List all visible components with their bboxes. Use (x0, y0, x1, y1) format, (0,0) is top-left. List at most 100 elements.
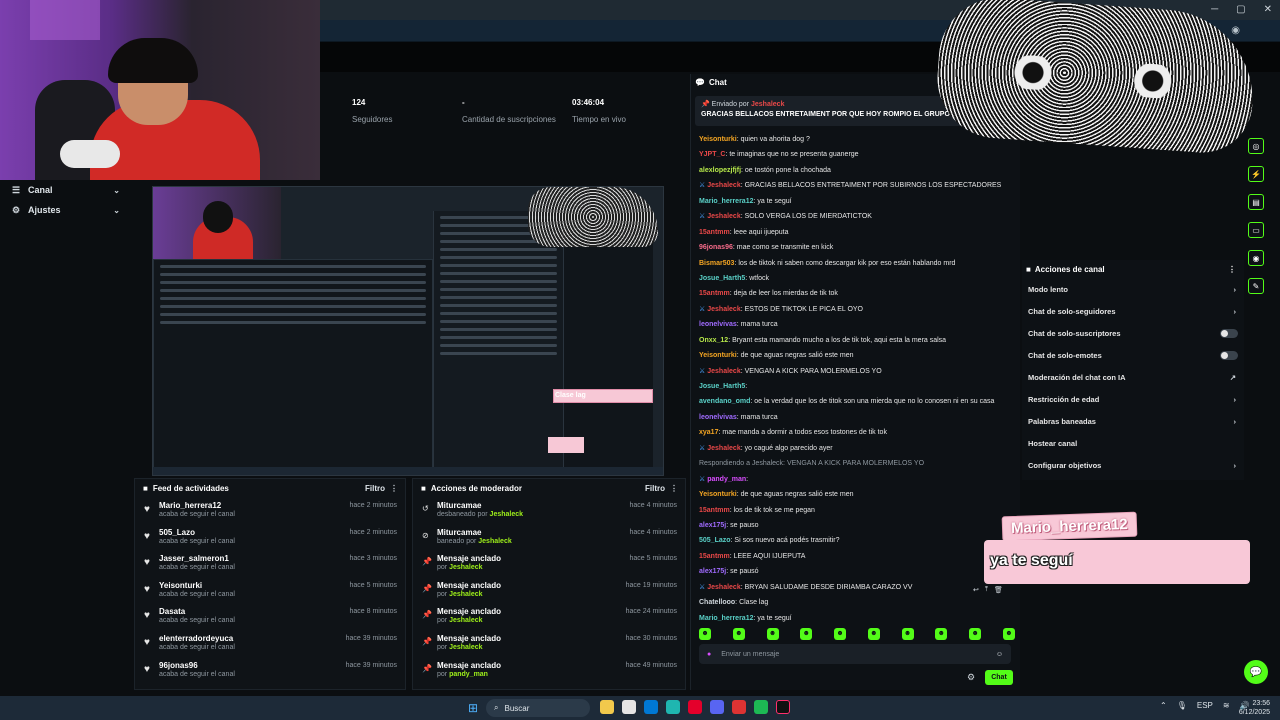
feed-item[interactable]: ♥ 505_Lazo acaba de seguir el canal hace 2 … (135, 524, 405, 551)
delete-icon[interactable]: 🗑 (994, 586, 1003, 594)
chat-username[interactable]: 505_Lazo (699, 537, 731, 544)
channel-action-row[interactable]: Palabras baneadas › (1022, 410, 1244, 432)
mod-action-moderator[interactable]: Jeshaleck (478, 538, 511, 545)
emote-icon[interactable]: ☻ (699, 628, 711, 640)
filter-button[interactable]: Filtro (645, 484, 665, 493)
chat-message[interactable]: Respondiendo a Jeshaleck: VENGAN A KICK … (699, 456, 1017, 471)
mic-icon[interactable]: 🎙 (1177, 701, 1187, 710)
tool-lightning-icon[interactable]: ⚡ (1248, 166, 1264, 182)
discord-icon[interactable] (710, 700, 724, 714)
close-icon[interactable]: ✕ (1264, 4, 1272, 15)
chat-username[interactable]: Mario_herrera12 (699, 198, 753, 205)
tool-chat-icon[interactable]: ▭ (1248, 222, 1264, 238)
pinned-author[interactable]: Jeshaleck (751, 101, 784, 108)
tool-doc-icon[interactable]: ▤ (1248, 194, 1264, 210)
language-indicator[interactable]: ESP (1197, 701, 1213, 710)
chat-message[interactable]: 505_Lazo: Si sos nuevo acá podés trasmit… (699, 533, 1017, 548)
chat-username[interactable]: Onxx_12 (699, 337, 728, 344)
nav-item-canal[interactable]: ☰ Canal ⌄ (0, 180, 130, 200)
chat-message[interactable]: leonelvivas: mama turca (699, 317, 1017, 332)
chat-username[interactable]: Josue_Harth5 (699, 383, 745, 390)
chat-username[interactable]: leonelvivas (699, 321, 737, 328)
chat-username[interactable]: alex175j (699, 522, 726, 529)
feed-item[interactable]: ♥ Mario_herrera12 acaba de seguir el canal… (135, 497, 405, 524)
channel-action-row[interactable]: Restricción de edad › (1022, 388, 1244, 410)
channel-action-row[interactable]: Hostear canal (1022, 432, 1244, 454)
feed-item[interactable]: ♥ Yeisonturki acaba de seguir el canal hace… (135, 577, 405, 604)
reply-icon[interactable]: ↩ (973, 586, 979, 594)
chat-username[interactable]: pandy_man (707, 476, 746, 483)
chat-username[interactable]: Yeisonturki (699, 352, 737, 359)
emote-icon[interactable]: ☻ (766, 628, 779, 640)
channel-action-row[interactable]: Modo lento › (1022, 278, 1244, 300)
chat-username[interactable]: Jeshaleck (707, 213, 740, 220)
pin-icon[interactable]: ⤒ (985, 586, 988, 594)
channel-action-row[interactable]: Moderación del chat con IA ↗ (1022, 366, 1244, 388)
support-chat-button[interactable]: 💬 (1244, 660, 1268, 684)
chat-message[interactable]: 96jonas96: mae como se transmite en kick (699, 240, 1017, 255)
emote-icon[interactable]: ☻ (935, 628, 948, 640)
mod-action-moderator[interactable]: Jeshaleck (449, 644, 482, 651)
chat-message[interactable]: 15antmm: LEEE AQUI IJUEPUTA (699, 549, 1017, 564)
more-icon[interactable]: ⋮ (390, 484, 398, 493)
more-icon[interactable]: ⋮ (1228, 265, 1236, 274)
chat-message[interactable]: Chatellooo: Clase lag (699, 595, 1017, 610)
taskbar-search[interactable]: ⌕ Buscar (486, 699, 590, 717)
chat-message[interactable]: 15antmm: deja de leer los mierdas de tik… (699, 286, 1017, 301)
emoji-icon[interactable]: ☺ (996, 651, 1003, 658)
chat-username[interactable]: Yeisonturki (699, 491, 737, 498)
chat-message[interactable]: ⚔ Jeshaleck: yo cagué algo parecido ayer (699, 441, 1017, 456)
toggle-switch[interactable] (1220, 350, 1238, 360)
chat-settings-icon[interactable]: ⚙ (967, 672, 975, 683)
mod-action-moderator[interactable]: Jeshaleck (449, 591, 482, 598)
stream-preview[interactable]: Clase lag (152, 186, 664, 476)
channel-action-row[interactable]: Configurar objetivos › (1022, 454, 1244, 476)
chat-username[interactable]: Jeshaleck (707, 306, 740, 313)
mod-action-moderator[interactable]: Jeshaleck (490, 511, 523, 518)
nav-item-ajustes[interactable]: ⚙ Ajustes ⌄ (0, 200, 130, 220)
chat-message[interactable]: Onxx_12: Bryant esta mamando mucho a los… (699, 333, 1017, 348)
chat-message[interactable]: xya17: mae manda a dormir a todos esos t… (699, 425, 1017, 440)
wifi-icon[interactable]: ≋ (1223, 701, 1230, 710)
chat-message[interactable]: alex175j: se pauso (699, 518, 1017, 533)
emote-icon[interactable]: ☻ (1002, 628, 1015, 640)
filter-button[interactable]: Filtro (365, 484, 385, 493)
chevron-up-icon[interactable]: ⌃ (1160, 701, 1167, 710)
chat-message[interactable]: Josue_Harth5: (699, 379, 1017, 394)
chat-username[interactable]: 15antmm (699, 290, 730, 297)
chat-username[interactable]: Josue_Harth5 (699, 275, 745, 282)
chat-message[interactable]: ⚔ Jeshaleck: GRACIAS BELLACOS ENTRETAIME… (699, 178, 1017, 193)
channel-action-row[interactable]: Chat de solo-seguidores › (1022, 300, 1244, 322)
chat-username[interactable]: alex175j (699, 568, 726, 575)
chrome-icon[interactable] (732, 700, 746, 714)
mod-action-item[interactable]: 📌 Mensaje anclado por pandy_man hace 49 min… (413, 657, 685, 684)
chat-message[interactable]: avendano_omd: oe la verdad que los de ti… (699, 394, 1017, 409)
chat-message[interactable]: Mario_herrera12: ya te seguí (699, 194, 1017, 209)
chat-message[interactable]: ⚔ Jeshaleck: VENGAN A KICK PARA MOLERMEL… (699, 364, 1017, 379)
file-explorer-icon[interactable] (600, 700, 614, 714)
maximize-icon[interactable]: ▢ (1236, 4, 1245, 15)
chat-message[interactable]: leonelvivas: mama turca (699, 410, 1017, 425)
chat-username[interactable]: Jeshaleck (707, 368, 740, 375)
chat-username[interactable]: 15antmm (699, 553, 730, 560)
chat-message[interactable]: alex175j: se pausó (699, 564, 1017, 579)
feed-item[interactable]: ♥ Jasser_salmeron1 acaba de seguir el cana… (135, 550, 405, 577)
emote-icon[interactable]: ☻ (969, 628, 982, 640)
chat-message[interactable]: ⚔ Jeshaleck: BRYAN SALUDAME DESDE DIRIAM… (699, 580, 1017, 595)
channel-action-row[interactable]: Chat de solo-suscriptores (1022, 322, 1244, 344)
chat-username[interactable]: 15antmm (699, 229, 730, 236)
chat-username[interactable]: 96jonas96 (699, 244, 733, 251)
feed-item[interactable]: ♥ 96jonas96 acaba de seguir el canal hace 3… (135, 657, 405, 684)
mic-icon[interactable]: ● (707, 651, 711, 658)
mod-action-moderator[interactable]: pandy_man (449, 671, 488, 678)
media-icon[interactable] (688, 700, 702, 714)
emote-icon[interactable]: ☻ (901, 628, 914, 640)
chat-message[interactable]: ⚔ pandy_man: (699, 472, 1017, 487)
chat-username[interactable]: Mario_herrera12 (699, 615, 753, 622)
chat-message[interactable]: alexlopezjfjfj: oe tostón pone la chocha… (699, 163, 1017, 178)
chat-send-button[interactable]: Chat (985, 670, 1013, 685)
mod-action-item[interactable]: 📌 Mensaje anclado por Jeshaleck hace 24 min… (413, 603, 685, 630)
feed-item[interactable]: ♥ elenterradordeyuca acaba de seguir el ca… (135, 630, 405, 657)
chat-message[interactable]: 15antmm: los de tik tok se me pegan (699, 503, 1017, 518)
edge-icon[interactable] (666, 700, 680, 714)
